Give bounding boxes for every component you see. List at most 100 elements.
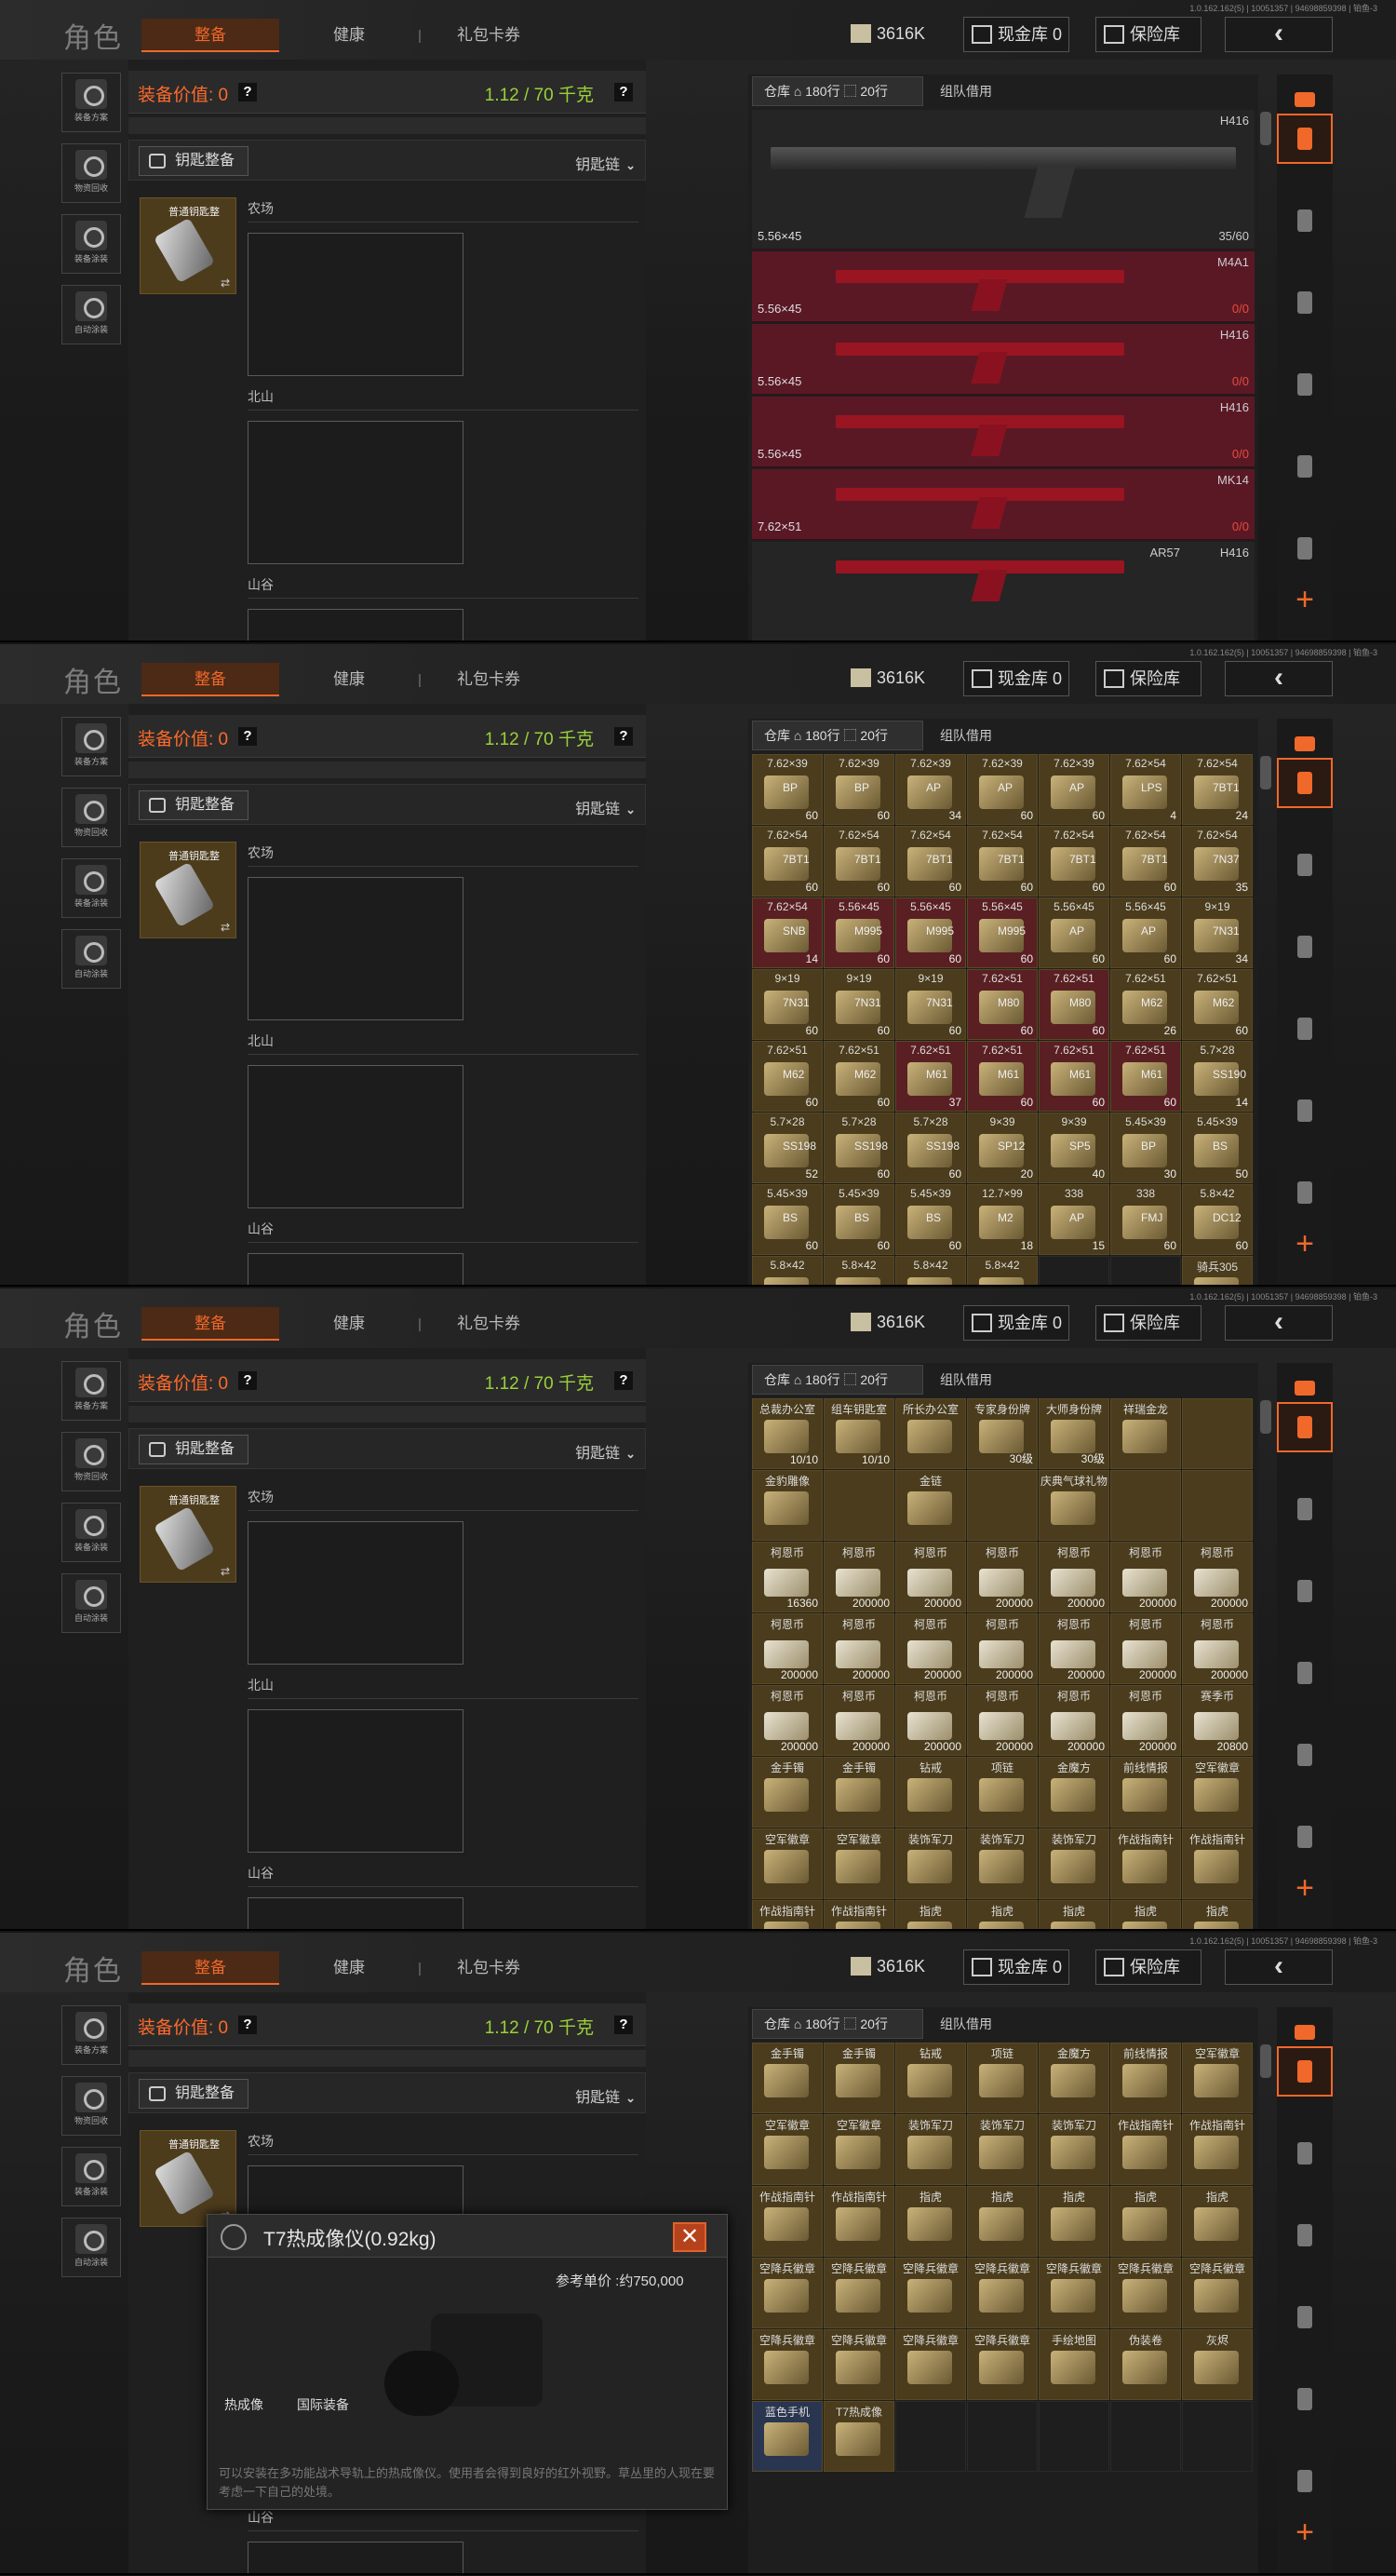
grid-item[interactable]: 9×19 7N31 34	[1182, 897, 1253, 968]
grid-item[interactable]: 5.45×39 BS 60	[824, 1184, 894, 1255]
swap-icon[interactable]: ⇄	[221, 1565, 230, 1578]
grid-item[interactable]: 柯恩币 200000	[1039, 1613, 1109, 1684]
grid-item[interactable]: 柯恩币 200000	[1182, 1613, 1253, 1684]
grid-item[interactable]: 7.62×39 BP 60	[824, 754, 894, 825]
keychain-dropdown[interactable]: 钥匙链 ⌄	[575, 1440, 636, 1463]
help-icon[interactable]: ?	[238, 727, 257, 746]
grid-item[interactable]	[1182, 1398, 1253, 1469]
grid-item[interactable]: 作战指南针	[824, 1900, 894, 1929]
grid-item[interactable]: 5.7×28 SS198 60	[824, 1113, 894, 1183]
team-borrow-tab[interactable]: 组队借用	[940, 726, 992, 745]
safe-vault-button[interactable]: 保险库	[1095, 1949, 1201, 1985]
grid-item[interactable]: 作战指南针	[824, 2186, 894, 2257]
sidebar-item-2[interactable]: 装备涂装	[61, 214, 121, 274]
keychain-item[interactable]: 普通钥匙整 ⇄	[140, 197, 236, 294]
sidebar-item-2[interactable]: 装备涂装	[61, 1503, 121, 1562]
grid-item[interactable]: 金豹雕像	[752, 1470, 823, 1541]
grid-item[interactable]: 柯恩币 200000	[895, 1542, 966, 1612]
grid-item[interactable]: 空降兵徽章	[1039, 2258, 1109, 2328]
tab-0[interactable]: 整备	[141, 19, 279, 52]
all-items-icon[interactable]	[1277, 2046, 1333, 2097]
grid-item[interactable]: 空降兵徽章	[1110, 2258, 1181, 2328]
keychain-item[interactable]: 普通钥匙整 ⇄	[140, 842, 236, 938]
all-items-icon[interactable]	[1277, 1402, 1333, 1452]
key-loadout-button[interactable]: 钥匙整备	[139, 790, 248, 820]
grid-item[interactable]: 组车钥匙室 10/10	[824, 1398, 894, 1469]
grid-item[interactable]: 指虎	[1182, 2186, 1253, 2257]
grid-item[interactable]	[1039, 1256, 1109, 1285]
grid-item[interactable]: 7.62×39 AP 60	[967, 754, 1038, 825]
cash-vault-button[interactable]: 现金库 0	[963, 17, 1069, 52]
grid-item[interactable]	[967, 1470, 1038, 1541]
add-icon[interactable]: +	[1277, 1225, 1333, 1262]
grid-item[interactable]: 装饰军刀	[1039, 2114, 1109, 2185]
team-borrow-tab[interactable]: 组队借用	[940, 82, 992, 101]
grid-item[interactable]: 钻戒	[895, 1757, 966, 1827]
grid-item[interactable]: 7.62×51 M80 60	[1039, 969, 1109, 1040]
warehouse-tab[interactable]: 仓库 ⌂ 180行 ⬚ 20行	[752, 721, 923, 750]
tab-2[interactable]: 礼包卡券	[419, 1307, 558, 1341]
misc-icon[interactable]	[1277, 1812, 1333, 1862]
grid-item[interactable]: 9×19 7N31 60	[752, 969, 823, 1040]
help-icon[interactable]: ?	[614, 2016, 633, 2034]
key-slot[interactable]	[248, 1897, 463, 1929]
swap-icon[interactable]: ⇄	[221, 921, 230, 934]
grid-item[interactable]: 柯恩币 200000	[895, 1685, 966, 1756]
grid-item[interactable]: 空军徽章	[752, 2114, 823, 2185]
grid-item[interactable]: 5.45×39 BS 60	[895, 1184, 966, 1255]
grid-item[interactable]: 空降兵徽章	[752, 2258, 823, 2328]
key-slot[interactable]	[248, 1521, 463, 1665]
grid-item[interactable]: 7.62×54 7BT1 60	[895, 826, 966, 897]
tab-0[interactable]: 整备	[141, 1951, 279, 1985]
grid-item[interactable]: 7.62×51 M62 60	[824, 1041, 894, 1112]
grid-item[interactable]: 总裁办公室 10/10	[752, 1398, 823, 1469]
grid-item[interactable]	[1182, 1470, 1253, 1541]
keychain-dropdown[interactable]: 钥匙链 ⌄	[575, 152, 636, 174]
grid-item[interactable]: 5.8×42	[752, 1256, 823, 1285]
key-slot[interactable]	[248, 1065, 463, 1208]
all-items-icon[interactable]	[1277, 114, 1333, 164]
grid-item[interactable]: 7.62×54 7BT1 60	[752, 826, 823, 897]
grid-item[interactable]: 指虎	[1182, 1900, 1253, 1929]
team-borrow-tab[interactable]: 组队借用	[940, 2015, 992, 2033]
grid-item[interactable]: 柯恩币 200000	[1110, 1613, 1181, 1684]
grid-item[interactable]: 7.62×51 M62 26	[1110, 969, 1181, 1040]
warehouse-tab[interactable]: 仓库 ⌂ 180行 ⬚ 20行	[752, 1365, 923, 1395]
misc-icon[interactable]	[1277, 523, 1333, 573]
sidebar-item-3[interactable]: 自动涂装	[61, 285, 121, 344]
help-icon[interactable]: ?	[238, 83, 257, 101]
grid-item[interactable]: 5.56×45 AP 60	[1039, 897, 1109, 968]
grid-item[interactable]: T7热成像	[824, 2401, 894, 2472]
weapon-row[interactable]: H416 5.56×45 35/60	[752, 110, 1255, 250]
grid-item[interactable]: 5.56×45 M995 60	[895, 897, 966, 968]
grid-item[interactable]: 7.62×51 M62 60	[752, 1041, 823, 1112]
grid-item[interactable]: 装饰军刀	[967, 2114, 1038, 2185]
grid-item[interactable]: 柯恩币 200000	[967, 1542, 1038, 1612]
weapon-row[interactable]: H416 5.56×45 0/0	[752, 324, 1255, 395]
sidebar-item-1[interactable]: 物资回收	[61, 143, 121, 203]
grid-item[interactable]: 金链	[895, 1470, 966, 1541]
grid-item[interactable]: 装饰军刀	[895, 2114, 966, 2185]
grid-item[interactable]: 装饰军刀	[1039, 1828, 1109, 1899]
scrollbar[interactable]	[1260, 112, 1271, 145]
grid-item[interactable]: 指虎	[895, 1900, 966, 1929]
grid-item[interactable]: 指虎	[1039, 2186, 1109, 2257]
grid-item[interactable]: 空降兵徽章	[967, 2258, 1038, 2328]
weapon-row[interactable]: H416 5.56×45 0/0	[752, 397, 1255, 467]
grid-item[interactable]: 12.7×99 M2 18	[967, 1184, 1038, 1255]
back-button[interactable]: ‹	[1225, 17, 1333, 52]
sidebar-item-2[interactable]: 装备涂装	[61, 858, 121, 918]
grid-item[interactable]: 装饰军刀	[895, 1828, 966, 1899]
grid-item[interactable]: 柯恩币 200000	[824, 1613, 894, 1684]
grid-item[interactable]: 7.62×39 AP 60	[1039, 754, 1109, 825]
armor-icon[interactable]	[1277, 196, 1333, 246]
grid-item[interactable]: 7.62×51 M62 60	[1182, 969, 1253, 1040]
key-loadout-button[interactable]: 钥匙整备	[139, 1435, 248, 1464]
grid-item[interactable]: 空降兵徽章	[752, 2329, 823, 2400]
magazine-icon[interactable]	[1277, 2292, 1333, 2342]
grid-item[interactable]: 空军徽章	[1182, 2043, 1253, 2113]
tab-2[interactable]: 礼包卡券	[419, 1951, 558, 1985]
grid-item[interactable]	[824, 1470, 894, 1541]
grid-item[interactable]: 柯恩币 200000	[752, 1685, 823, 1756]
grid-item[interactable]: 骑兵305	[1182, 1256, 1253, 1285]
